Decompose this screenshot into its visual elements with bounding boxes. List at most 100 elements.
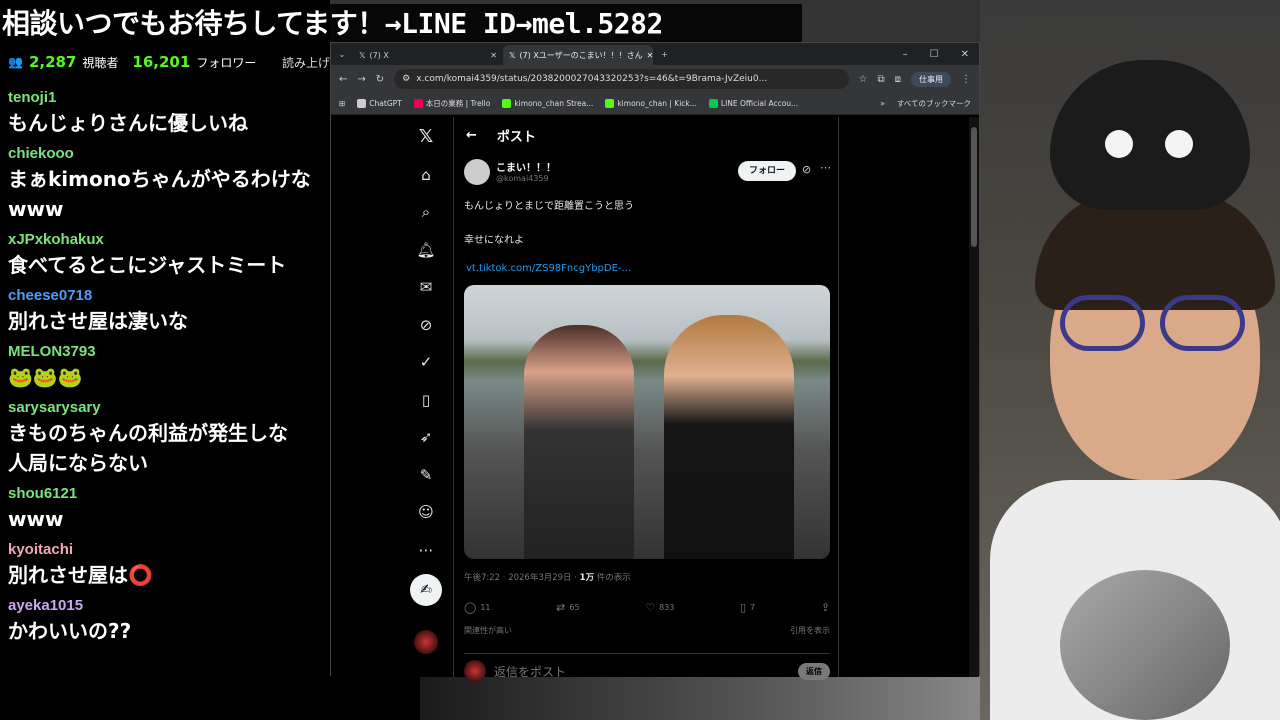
share-button[interactable]: ⇪ [821, 601, 830, 614]
scrollbar-thumb[interactable] [971, 127, 977, 247]
post-photo[interactable] [464, 285, 830, 559]
bookmark-item[interactable]: kimono_chan Strea... [502, 99, 593, 108]
grok-explain-icon[interactable]: ⊘ [802, 163, 811, 176]
author-name[interactable]: こまい！！！ [496, 159, 556, 174]
bookmark-favicon-icon [708, 99, 718, 108]
close-window-icon[interactable]: ✕ [961, 49, 969, 60]
bookmark-label: kimono_chan | Kick... [617, 99, 697, 108]
chat-message: chiekooo まぁkimonoちゃんがやるわけな www [8, 144, 330, 224]
notifications-icon[interactable]: 🔔︎ [416, 240, 436, 260]
jobs-icon[interactable]: ➶ [416, 427, 436, 447]
apps-grid-icon[interactable]: ⊞ [339, 99, 345, 108]
chat-username[interactable]: ayeka1015 [8, 596, 330, 616]
reply-submit-button[interactable]: 返信 [798, 662, 830, 680]
x-left-nav: 𝕏 ⌂ ⌕ 🔔︎ ✉ ⊘ ✓ ▯ ➶ ✎ ☺ ⋯ ✍ [410, 117, 442, 677]
reply-icon: ◯ [464, 601, 477, 614]
site-info-icon[interactable]: ⚙ [402, 74, 410, 84]
grok-icon[interactable]: ⊘ [416, 315, 436, 335]
follower-label: フォロワー [196, 55, 257, 70]
bookmarks-overflow-icon[interactable]: » [880, 99, 885, 108]
messages-icon[interactable]: ✉ [416, 277, 436, 297]
bookmark-label: ChatGPT [369, 99, 402, 108]
bookmarks-bar: ⊞ ChatGPT 本日の業務 | Trello kimono_chan Strea… [331, 93, 979, 115]
like-button[interactable]: ♡ 833 [645, 601, 674, 614]
tab-search-icon[interactable]: ⌄ [331, 50, 353, 59]
chat-text: きものちゃんの利益が発生しな 人局にならない [8, 421, 288, 475]
repost-icon: ⇄ [556, 601, 566, 614]
account-avatar[interactable] [414, 629, 438, 654]
bookmark-item[interactable]: ChatGPT [357, 99, 402, 108]
back-arrow-icon[interactable]: ← [466, 128, 477, 143]
chat-text: www [8, 507, 64, 531]
bookmark-favicon-icon [413, 99, 423, 108]
chat-message: ayeka1015 かわいいの?? [8, 596, 330, 646]
extensions-puzzle-icon[interactable]: ⧈ [895, 74, 901, 85]
menu-kebab-icon[interactable]: ⋮ [961, 74, 971, 85]
close-tab-icon[interactable]: ✕ [490, 51, 497, 60]
bookmark-item[interactable]: 本日の業務 | Trello [413, 98, 490, 109]
page-scrollbar[interactable] [969, 117, 979, 677]
compose-post-button[interactable]: ✍ [410, 573, 442, 606]
articles-icon[interactable]: ✎ [416, 465, 436, 485]
chat-text: 🐸🐸🐸 [8, 365, 83, 389]
x-logo-icon: 𝕏 [509, 50, 516, 60]
chat-username[interactable]: MELON3793 [8, 342, 330, 362]
all-bookmarks-folder[interactable]: すべてのブックマーク [897, 98, 971, 109]
chat-text: もんじょりさんに優しいね [8, 111, 248, 135]
chat-username[interactable]: tenoji1 [8, 88, 330, 108]
chat-username[interactable]: kyoitachi [8, 540, 330, 560]
photo-person-right [664, 315, 794, 559]
bookmark-item[interactable]: LINE Official Accou... [708, 99, 799, 108]
sort-relevance[interactable]: 関連性が高い [464, 625, 512, 636]
follow-button[interactable]: フォロー [738, 161, 796, 181]
tab-x-home[interactable]: 𝕏 (7) X ✕ [353, 45, 503, 65]
chat-text: かわいいの?? [8, 619, 132, 643]
bookmark-favicon-icon [357, 99, 367, 108]
reply-input[interactable]: 返信をポスト [494, 663, 566, 680]
back-icon[interactable]: ← [339, 74, 347, 85]
repost-button[interactable]: ⇄ 65 [556, 601, 579, 614]
post-link[interactable]: vt.tiktok.com/ZS98FncgYbpDE-... [466, 263, 631, 274]
post-more-icon[interactable]: ⋯ [820, 161, 831, 174]
chat-username[interactable]: chiekooo [8, 144, 330, 164]
viewers-icon: 👥 [8, 55, 23, 69]
read-aloud-label: 読み上げ [281, 55, 330, 70]
tab-x-post[interactable]: 𝕏 (7) Xユーザーのこまい！！！さん ✕ [503, 45, 653, 65]
profile-button[interactable]: 仕事用 [911, 71, 951, 87]
chat-username[interactable]: xJPxkohakux [8, 230, 330, 250]
author-handle[interactable]: @komai4359 [496, 174, 556, 183]
forward-icon[interactable]: → [357, 74, 365, 85]
home-icon[interactable]: ⌂ [416, 165, 436, 185]
view-quotes-link[interactable]: 引用を表示 [790, 625, 830, 636]
profile-icon[interactable]: ☺ [416, 502, 436, 522]
viewer-label: 視聴者 [82, 55, 119, 70]
more-icon[interactable]: ⋯ [416, 540, 436, 560]
new-tab-icon[interactable]: + [653, 50, 668, 59]
bookmark-label: LINE Official Accou... [720, 99, 799, 108]
search-icon[interactable]: ⌕ [416, 202, 436, 222]
maximize-icon[interactable]: ☐ [930, 49, 939, 60]
chat-text: 食べてるとこにジャストミート [8, 253, 287, 277]
chat-message: MELON3793 🐸🐸🐸 [8, 342, 330, 392]
premium-icon[interactable]: ✓ [416, 352, 436, 372]
x-logo-icon[interactable]: 𝕏 [416, 127, 436, 147]
bookmark-button[interactable]: ▯ 7 [740, 601, 755, 614]
view-count: 1万 [579, 573, 595, 583]
post-author[interactable]: こまい！！！ @komai4359 [464, 159, 556, 185]
chat-username[interactable]: cheese0718 [8, 286, 330, 306]
url-bar[interactable]: ⚙ x.com/komai4359/status/2038200027043320… [394, 69, 849, 89]
chat-username[interactable]: shou6121 [8, 484, 330, 504]
bookmark-item[interactable]: kimono_chan | Kick... [605, 99, 697, 108]
x-page: 𝕏 ⌂ ⌕ 🔔︎ ✉ ⊘ ✓ ▯ ➶ ✎ ☺ ⋯ ✍ ← ポスト こまい！！！ [331, 117, 979, 682]
reply-button[interactable]: ◯ 11 [464, 601, 491, 614]
extension-icon[interactable]: ⧉ [877, 74, 884, 85]
chat-message: sarysarysary きものちゃんの利益が発生しな 人局にならない [8, 398, 330, 478]
reload-icon[interactable]: ↻ [376, 74, 384, 85]
bookmark-star-icon[interactable]: ☆ [859, 74, 868, 85]
chat-username[interactable]: sarysarysary [8, 398, 330, 418]
microphone [1060, 570, 1230, 720]
photo-person-left [524, 325, 634, 559]
bookmarks-icon[interactable]: ▯ [416, 390, 436, 410]
minimize-icon[interactable]: – [903, 49, 908, 60]
author-avatar[interactable] [464, 159, 490, 185]
